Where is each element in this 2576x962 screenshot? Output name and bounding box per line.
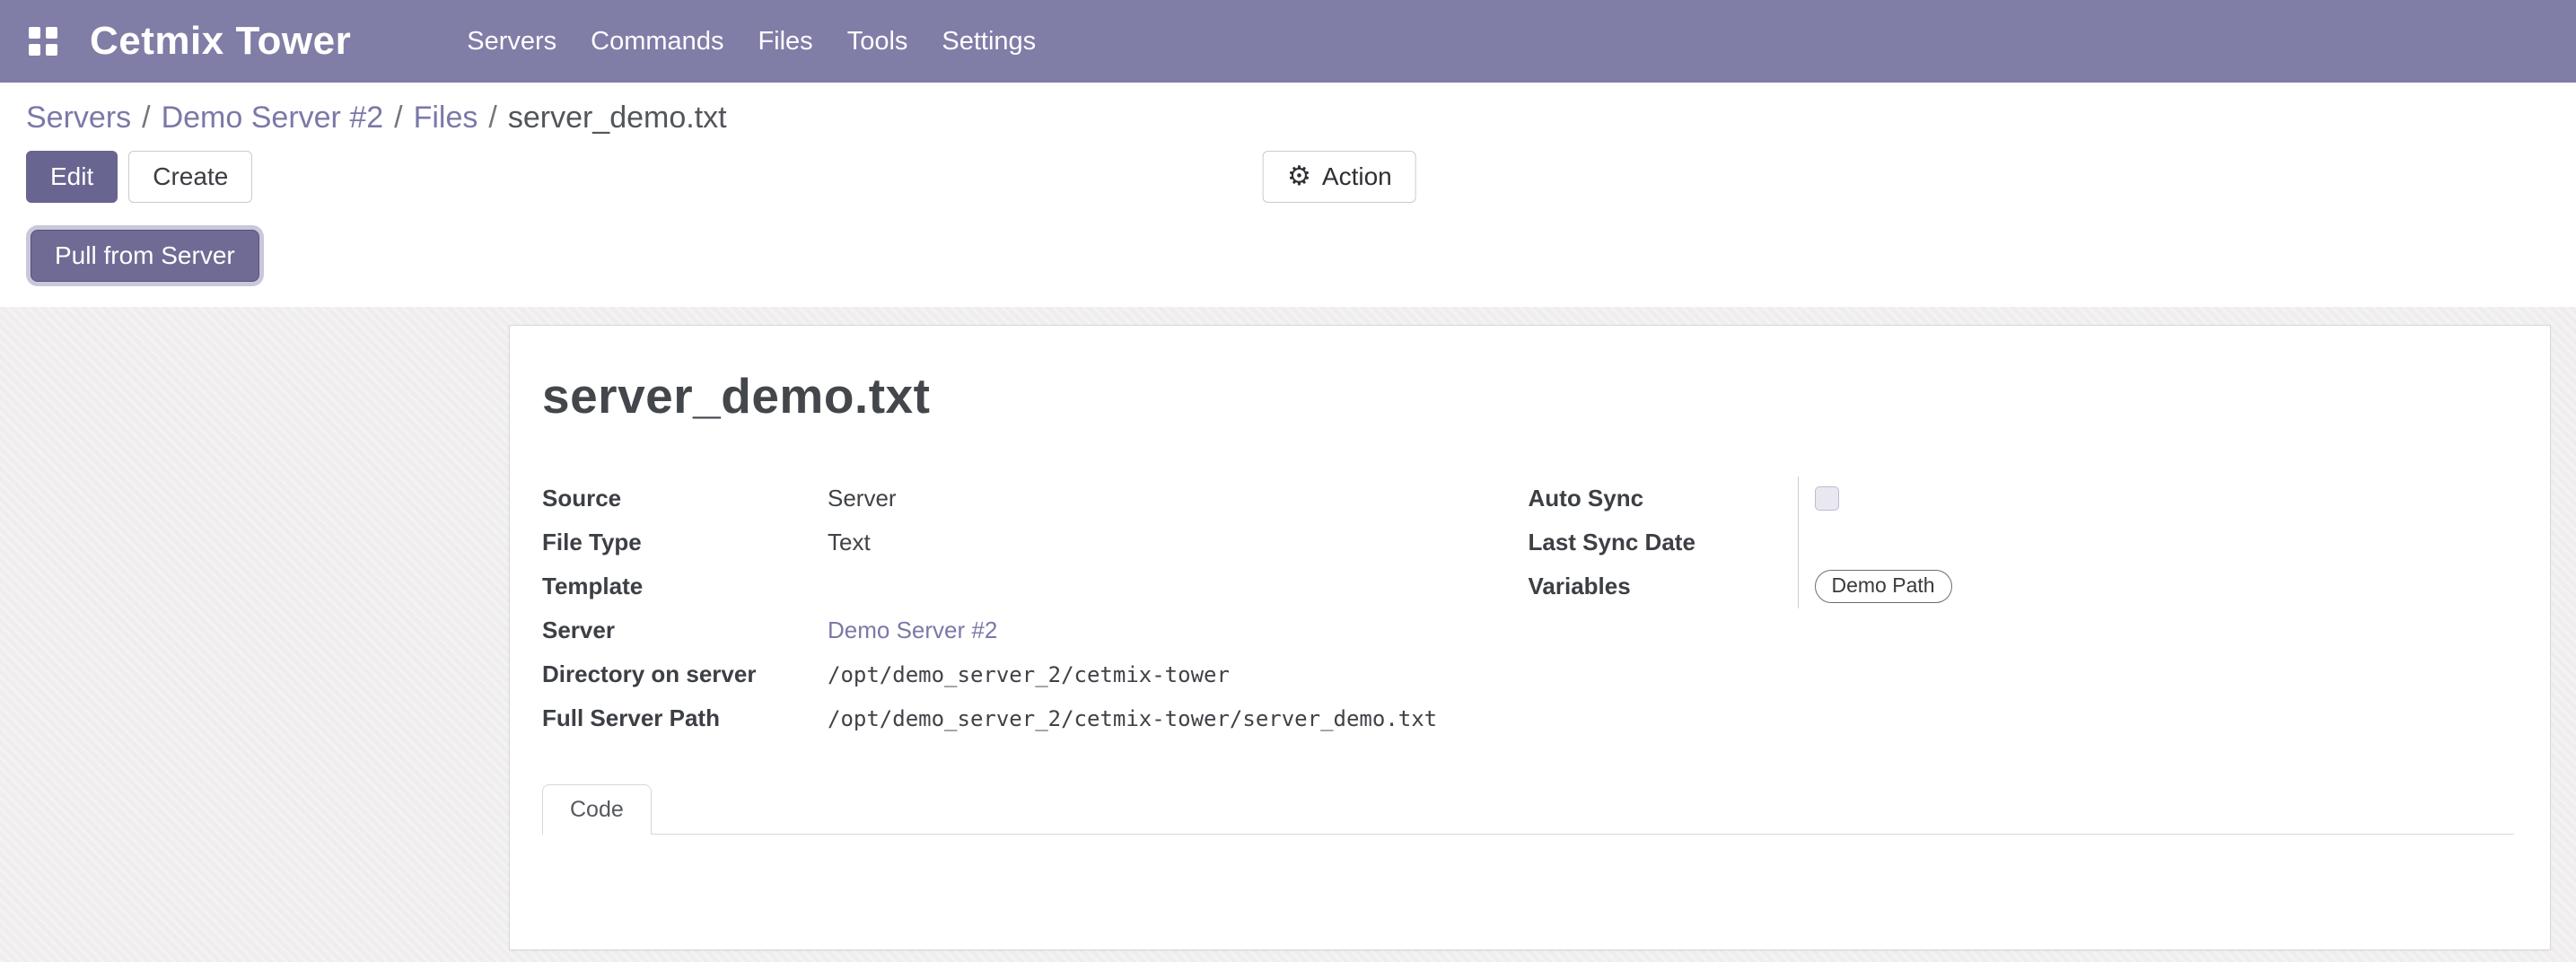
breadcrumb-separator: /: [488, 101, 496, 135]
create-button[interactable]: Create: [128, 151, 252, 203]
field-label-file-type: File Type: [542, 529, 828, 556]
variable-tag: Demo Path: [1815, 570, 1952, 603]
field-value-server: Demo Server #2: [828, 617, 1529, 644]
auto-sync-checkbox[interactable]: [1815, 486, 1839, 511]
code-tab-content: [542, 835, 2514, 933]
breadcrumb-link-files[interactable]: Files: [414, 101, 478, 135]
breadcrumb: Servers / Demo Server #2 / Files / server_demo…: [0, 83, 2576, 145]
field-group: Source Server File Type Text Template Se…: [542, 477, 2514, 740]
action-button[interactable]: ⚙ Action: [1263, 151, 1416, 203]
field-label-directory: Directory on server: [542, 660, 828, 688]
breadcrumb-separator: /: [394, 101, 402, 135]
gear-icon: ⚙: [1287, 163, 1311, 190]
field-value-full-path: /opt/demo_server_2/cetmix-tower/server_d…: [828, 706, 1529, 731]
menu-item-settings[interactable]: Settings: [924, 0, 1053, 83]
tab-bar: Code: [542, 783, 2514, 835]
field-value-source: Server: [828, 485, 1529, 512]
field-value-auto-sync: [1798, 477, 2515, 520]
top-navbar: Cetmix Tower Servers Commands Files Tool…: [0, 0, 2576, 83]
field-value-directory: /opt/demo_server_2/cetmix-tower: [828, 662, 1529, 687]
tab-code[interactable]: Code: [542, 784, 652, 835]
apps-grid-icon: [29, 27, 57, 56]
field-value-last-sync-date: [1798, 520, 2515, 564]
field-label-auto-sync: Auto Sync: [1529, 477, 1798, 520]
field-label-last-sync-date: Last Sync Date: [1529, 520, 1798, 564]
main-menu: Servers Commands Files Tools Settings: [450, 0, 1053, 83]
button-row: Edit Create ⚙ Action: [0, 145, 2576, 217]
action-button-label: Action: [1322, 162, 1392, 191]
pull-from-server-button[interactable]: Pull from Server: [31, 230, 259, 282]
record-title: server_demo.txt: [542, 367, 2514, 424]
menu-item-commands[interactable]: Commands: [574, 0, 740, 83]
object-buttons-row: Pull from Server: [0, 217, 2576, 307]
field-group-right: Auto Sync Last Sync Date Variables Demo …: [1529, 477, 2515, 740]
server-link[interactable]: Demo Server #2: [828, 617, 997, 644]
breadcrumb-link-servers[interactable]: Servers: [26, 101, 131, 135]
notebook: Code: [542, 783, 2514, 933]
menu-item-servers[interactable]: Servers: [450, 0, 574, 83]
content-area: server_demo.txt Source Server File Type …: [0, 307, 2576, 962]
field-group-left: Source Server File Type Text Template Se…: [542, 477, 1529, 740]
control-panel: Servers / Demo Server #2 / Files / server_demo…: [0, 83, 2576, 307]
brand-link[interactable]: Cetmix Tower: [90, 19, 351, 64]
field-label-full-path: Full Server Path: [542, 704, 828, 732]
menu-item-tools[interactable]: Tools: [830, 0, 925, 83]
field-label-template: Template: [542, 573, 828, 600]
field-label-variables: Variables: [1529, 564, 1798, 608]
breadcrumb-separator: /: [142, 101, 150, 135]
menu-item-files[interactable]: Files: [740, 0, 829, 83]
breadcrumb-current: server_demo.txt: [508, 101, 727, 135]
field-label-server: Server: [542, 617, 828, 644]
form-sheet: server_demo.txt Source Server File Type …: [509, 325, 2551, 950]
edit-button[interactable]: Edit: [26, 151, 118, 203]
field-value-file-type: Text: [828, 529, 1529, 556]
apps-menu-button[interactable]: [16, 0, 70, 83]
field-label-source: Source: [542, 485, 828, 512]
field-value-variables: Demo Path: [1798, 564, 2515, 608]
breadcrumb-link-demo-server[interactable]: Demo Server #2: [162, 101, 384, 135]
